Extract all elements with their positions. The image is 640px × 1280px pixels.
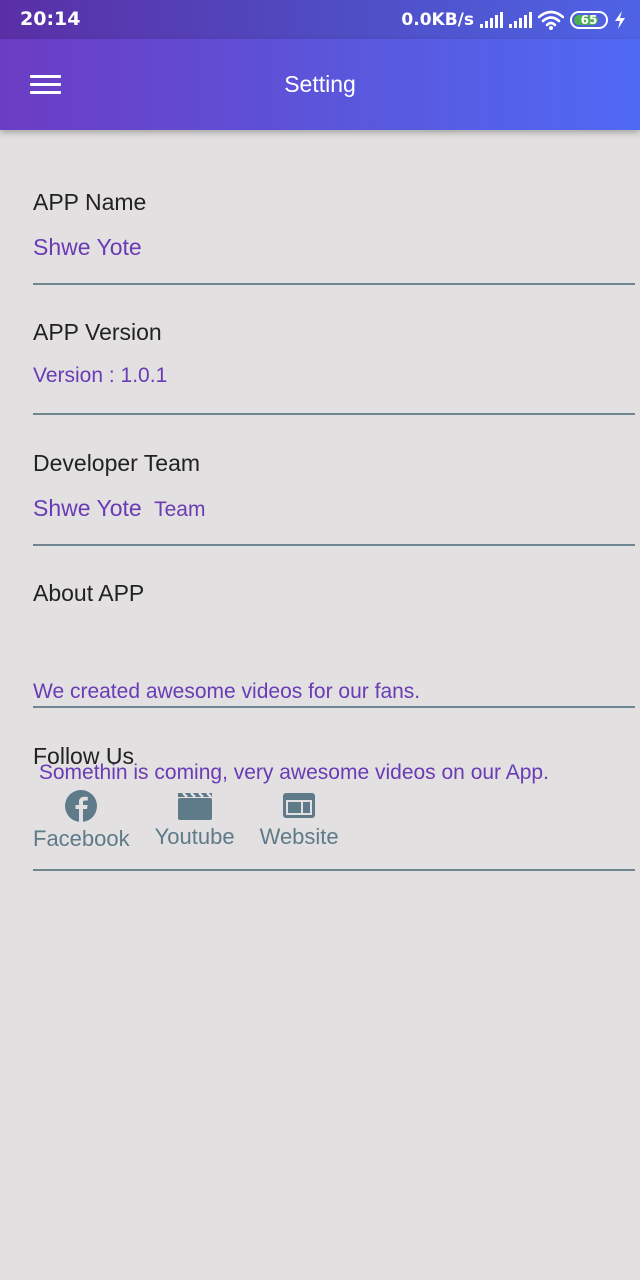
app-version-value: Version : 1.0.1	[33, 364, 168, 387]
developer-team-name: Shwe Yote	[33, 495, 142, 521]
network-speed: 0.0KB/s	[401, 10, 474, 30]
social-links: Facebook Youtube Website	[33, 790, 339, 852]
divider	[33, 706, 635, 708]
divider	[33, 544, 635, 546]
charging-bolt-icon	[615, 11, 625, 29]
movie-clapper-icon	[177, 792, 212, 820]
web-browser-icon	[283, 793, 316, 818]
divider	[33, 413, 635, 415]
app-version-label: APP Version	[33, 319, 162, 345]
website-link[interactable]: Website	[260, 790, 339, 852]
developer-team-suffix: Team	[154, 498, 206, 521]
page-title: Setting	[284, 71, 356, 97]
app-name-value: Shwe Yote	[33, 234, 142, 260]
facebook-icon	[65, 790, 98, 822]
divider	[33, 869, 635, 871]
facebook-label: Facebook	[33, 826, 130, 851]
status-time: 20:14	[20, 8, 81, 30]
developer-team-label: Developer Team	[33, 450, 201, 476]
app-bar: Setting	[0, 39, 640, 130]
facebook-link[interactable]: Facebook	[33, 790, 130, 852]
developer-team-value: Shwe Yote Team	[33, 495, 205, 522]
signal-strength-icon	[480, 12, 503, 28]
about-app-label: About APP	[33, 580, 145, 606]
website-label: Website	[259, 824, 339, 849]
battery-percent: 65	[580, 13, 598, 27]
wifi-icon	[538, 10, 564, 30]
about-app-line-1: We created awesome videos for our fans.	[33, 680, 421, 703]
youtube-link[interactable]: Youtube	[155, 790, 235, 852]
youtube-label: Youtube	[154, 824, 235, 849]
signal-strength-icon-2	[509, 12, 532, 28]
battery-icon: 65	[570, 11, 608, 29]
app-name-label: APP Name	[33, 189, 147, 215]
status-bar: 20:14 0.0KB/s 65	[0, 0, 640, 39]
status-indicators: 0.0KB/s 65	[401, 8, 626, 32]
follow-us-label: Follow Us	[33, 743, 134, 769]
divider	[33, 283, 635, 285]
